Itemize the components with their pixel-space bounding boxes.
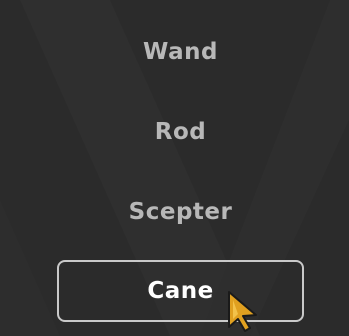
option-wand[interactable]: Wand [57, 21, 304, 83]
option-label: Rod [154, 119, 207, 145]
option-label: Wand [143, 39, 218, 65]
option-label: Cane [147, 278, 214, 304]
option-cane-selected[interactable]: Cane [57, 260, 304, 322]
option-scepter[interactable]: Scepter [57, 181, 304, 243]
option-label: Scepter [128, 199, 233, 225]
selection-menu: Wand Rod Scepter Cane [0, 0, 349, 336]
option-rod[interactable]: Rod [57, 101, 304, 163]
arrow-pointer-icon [228, 291, 257, 332]
